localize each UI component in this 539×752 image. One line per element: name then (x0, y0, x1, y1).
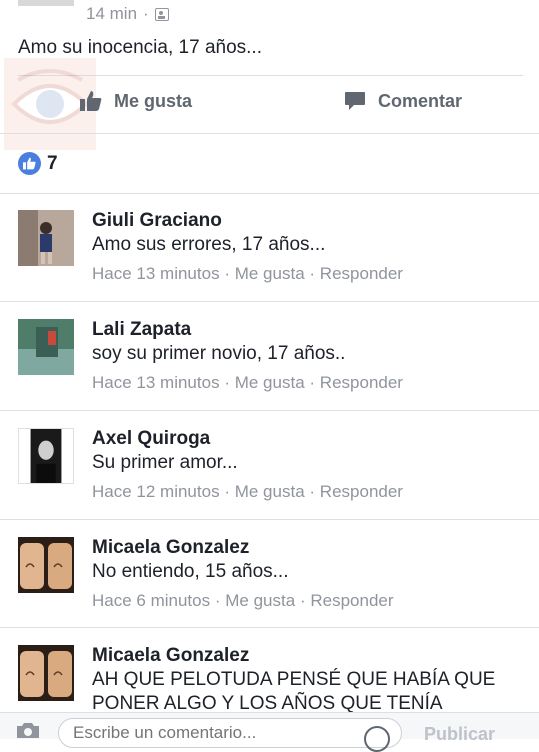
like-reaction-icon (18, 152, 41, 175)
divider (0, 519, 539, 520)
comment-text: Amo sus errores, 17 años... (92, 234, 326, 255)
camera-icon[interactable] (14, 718, 42, 738)
like-count: 7 (47, 152, 58, 174)
comment-bubble-icon (344, 90, 366, 112)
commenter-name[interactable]: Lali Zapata (92, 319, 191, 341)
comment-input[interactable] (58, 718, 402, 748)
divider (0, 193, 539, 194)
meta-dot: · (224, 264, 230, 283)
comment-text: soy su primer novio, 17 años.. (92, 343, 346, 364)
post-author-avatar[interactable] (18, 0, 74, 6)
commenter-avatar[interactable] (18, 428, 74, 484)
comment-text-line1: AH QUE PELOTUDA PENSÉ QUE HABÍA QUE (92, 669, 496, 690)
like-button[interactable]: Me gusta (80, 90, 192, 112)
meta-dot: · (214, 591, 221, 610)
comment-meta: Hace 12 minutos · Me gusta · Responder (92, 482, 403, 502)
comment-label: Comentar (378, 90, 463, 111)
commenter-avatar[interactable] (18, 319, 74, 375)
commenter-name[interactable]: Giuli Graciano (92, 210, 222, 232)
comment-like-link[interactable]: Me gusta (235, 482, 305, 501)
emoji-icon[interactable] (364, 726, 390, 752)
commenter-name[interactable]: Axel Quiroga (92, 428, 210, 450)
comment-time[interactable]: Hace 6 minutos (92, 591, 210, 610)
post-meta: 14 min · (86, 4, 169, 24)
commenter-name[interactable]: Micaela Gonzalez (92, 645, 249, 667)
comment-meta: Hace 6 minutos · Me gusta · Responder (92, 591, 394, 611)
audience-icon[interactable] (154, 7, 169, 21)
comment-reply-link[interactable]: Responder (320, 482, 403, 501)
reactions-summary[interactable]: 7 (18, 152, 58, 175)
meta-dot: · (143, 4, 149, 23)
comment-text: Su primer amor... (92, 452, 238, 473)
comment-reply-link[interactable]: Responder (320, 264, 403, 283)
publish-button[interactable]: Publicar (424, 724, 495, 745)
divider (0, 133, 539, 134)
comment-reply-link[interactable]: Responder (320, 373, 403, 392)
post-time[interactable]: 14 min (86, 4, 137, 24)
comment-meta: Hace 13 minutos · Me gusta · Responder (92, 373, 403, 393)
commenter-avatar[interactable] (18, 645, 74, 701)
comment-time[interactable]: Hace 13 minutos (92, 373, 220, 392)
meta-dot: · (309, 373, 316, 392)
comment-text: No entiendo, 15 años... (92, 561, 289, 582)
comment-time[interactable]: Hace 13 minutos (92, 264, 220, 283)
divider (0, 410, 539, 411)
meta-dot: · (224, 373, 230, 392)
like-label: Me gusta (114, 90, 193, 111)
thumbs-up-icon (80, 90, 102, 112)
commenter-avatar[interactable] (18, 537, 74, 593)
divider (0, 301, 539, 302)
comment-meta: Hace 13 minutos · Me gusta · Responder (92, 264, 403, 284)
meta-dot: · (299, 591, 306, 610)
comment-like-link[interactable]: Me gusta (235, 264, 305, 283)
post-text: Amo su inocencia, 17 años... (18, 37, 262, 58)
comment-button[interactable]: Comentar (344, 90, 462, 112)
comment-like-link[interactable]: Me gusta (235, 373, 305, 392)
meta-dot: · (309, 264, 316, 283)
commenter-avatar[interactable] (18, 210, 74, 266)
comment-reply-link[interactable]: Responder (310, 591, 393, 610)
meta-dot: · (309, 482, 316, 501)
comment-time[interactable]: Hace 12 minutos (92, 482, 220, 501)
commenter-name[interactable]: Micaela Gonzalez (92, 537, 249, 559)
divider (0, 627, 539, 628)
comment-like-link[interactable]: Me gusta (225, 591, 295, 610)
meta-dot: · (224, 482, 230, 501)
